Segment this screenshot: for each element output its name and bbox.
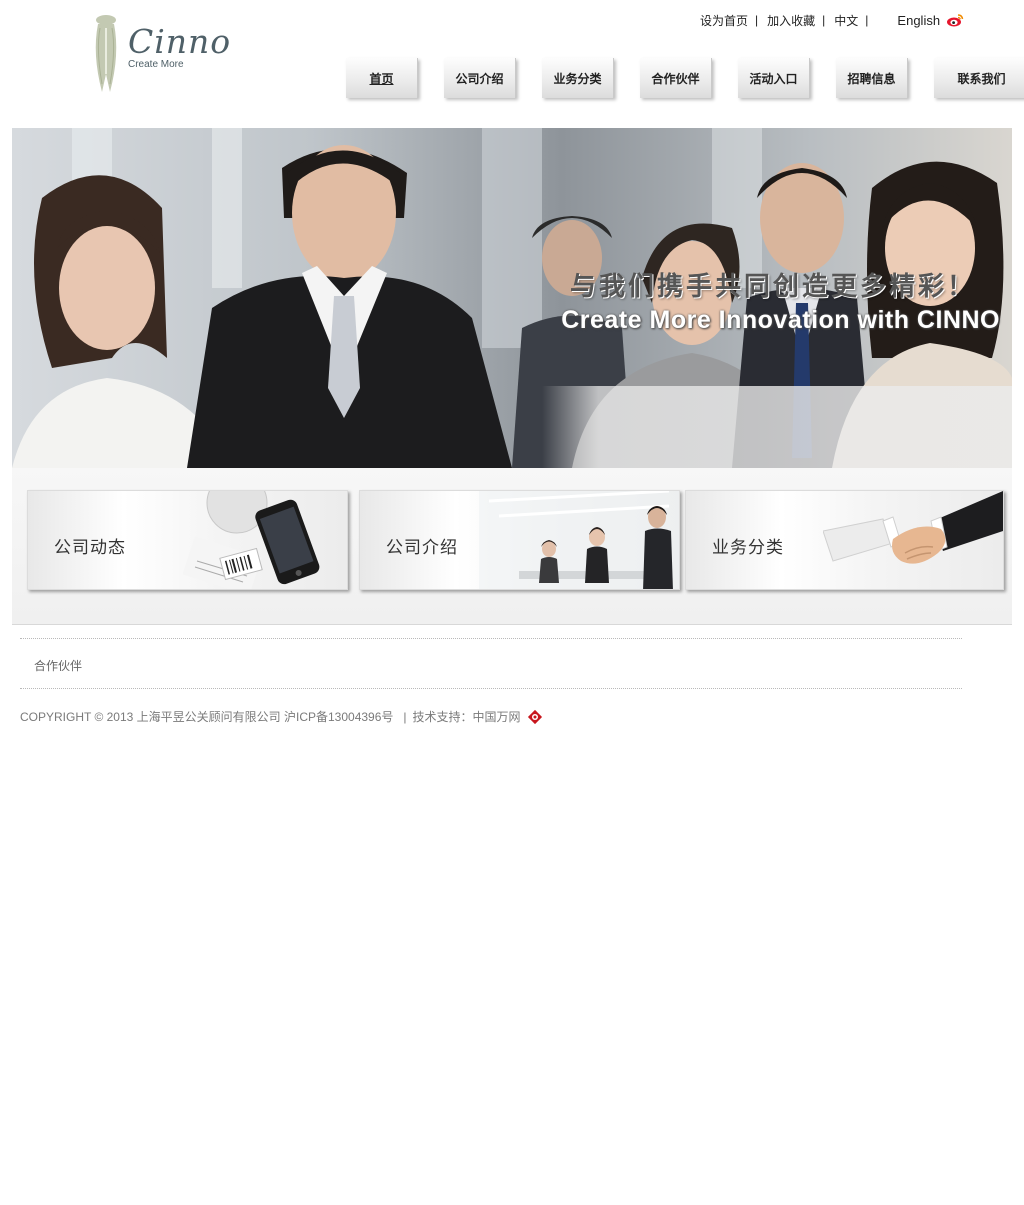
nav-item-contact[interactable]: 联系我们 <box>934 58 1024 98</box>
hichina-logo-icon[interactable] <box>527 709 543 725</box>
tech-support-link[interactable]: 技术支持：中国万网 <box>413 708 521 725</box>
partners-label[interactable]: 合作伙伴 <box>34 657 82 674</box>
hero-banner: 与我们携手共同创造更多精彩！ Create More Innovation wi… <box>12 128 1012 468</box>
nav-item-business[interactable]: 业务分类 <box>542 58 614 98</box>
separator: | <box>755 13 759 27</box>
feature-card-label: 业务分类 <box>712 538 784 558</box>
phone-documents-image <box>182 491 320 589</box>
handshake-image <box>823 491 1003 564</box>
weibo-icon[interactable] <box>946 13 964 27</box>
site-logo[interactable]: Cinno Create More <box>90 14 240 96</box>
feature-card-business[interactable]: 业务分类 <box>685 490 1004 590</box>
footer: COPYRIGHT © 2013 上海平昱公关顾问有限公司 沪ICP备13004… <box>20 708 543 725</box>
nav-item-jobs[interactable]: 招聘信息 <box>836 58 908 98</box>
chinese-language-link[interactable]: 中文 <box>834 12 858 29</box>
banner-headline-english: Create More Innovation with CINNO <box>561 306 1000 334</box>
logo-tagline: Create More <box>128 59 184 70</box>
nav-item-label: 联系我们 <box>957 71 1006 86</box>
divider <box>20 688 962 689</box>
feature-card-label: 公司动态 <box>54 538 126 558</box>
nav-item-partners[interactable]: 合作伙伴 <box>640 58 712 98</box>
cicada-logo-icon <box>95 15 117 92</box>
english-language-link[interactable]: English <box>897 13 940 28</box>
top-links: 设为首页 | 加入收藏 | 中文 | English <box>700 12 964 28</box>
main-nav: 首页 公司介绍 业务分类 合作伙伴 活动入口 招聘信息 联系我们 <box>346 58 1024 98</box>
nav-item-events[interactable]: 活动入口 <box>738 58 810 98</box>
nav-item-label: 招聘信息 <box>847 71 896 86</box>
add-favorite-link[interactable]: 加入收藏 <box>767 12 815 29</box>
nav-item-label: 业务分类 <box>553 71 602 86</box>
set-homepage-link[interactable]: 设为首页 <box>700 12 748 29</box>
separator: | <box>865 13 869 27</box>
logo-wordmark: Cinno <box>128 22 232 61</box>
footer-copyright: COPYRIGHT © 2013 上海平昱公关顾问有限公司 沪ICP备13004… <box>20 710 394 724</box>
nav-item-label: 首页 <box>369 71 394 86</box>
nav-item-label: 活动入口 <box>749 71 798 86</box>
nav-item-label: 合作伙伴 <box>651 71 700 86</box>
feature-card-label: 公司介绍 <box>386 538 458 558</box>
separator: | <box>822 13 826 27</box>
banner-headline-chinese: 与我们携手共同创造更多精彩！ <box>569 272 976 302</box>
office-meeting-image <box>479 491 679 589</box>
nav-item-label: 公司介绍 <box>455 71 504 86</box>
nav-item-about[interactable]: 公司介绍 <box>444 58 516 98</box>
feature-section: 公司动态 公司介绍 业务分类 <box>12 468 1012 625</box>
divider <box>20 638 962 639</box>
feature-card-news[interactable]: 公司动态 <box>27 490 348 590</box>
feature-card-about[interactable]: 公司介绍 <box>359 490 680 590</box>
banner-text-strip <box>542 386 1012 468</box>
separator: | <box>403 709 407 724</box>
nav-item-home[interactable]: 首页 <box>346 58 418 98</box>
